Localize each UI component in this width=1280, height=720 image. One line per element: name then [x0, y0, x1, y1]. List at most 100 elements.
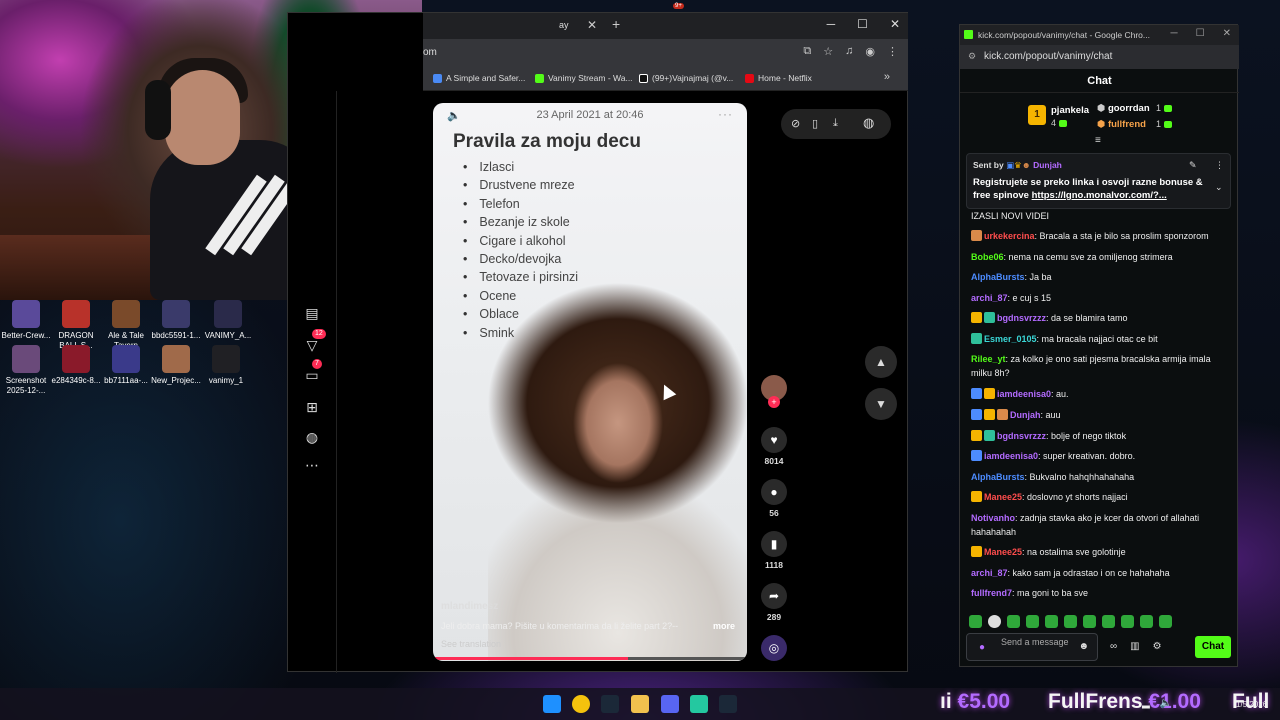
bookmark-item[interactable]: (99+)Vajnajmaj (@v...: [639, 73, 733, 83]
autoscroll-icon[interactable]: ⊘: [791, 117, 800, 130]
desktop-icon[interactable]: New_Projec...: [150, 345, 202, 386]
chat-message-input[interactable]: ● Send a message ☻: [966, 633, 1098, 661]
steam-icon[interactable]: [719, 695, 737, 713]
profile-avatar-icon[interactable]: ◍: [302, 427, 322, 447]
emote-icon[interactable]: [969, 615, 982, 628]
discord-icon[interactable]: [661, 695, 679, 713]
network-icon[interactable]: ▂: [1142, 698, 1150, 709]
message-user[interactable]: Esmer_0105: [984, 334, 1037, 344]
taskbar-clock[interactable]: 1/5/2026: [1236, 700, 1267, 709]
close-icon[interactable]: ✕: [890, 17, 900, 31]
like-button[interactable]: ♥ 8014: [756, 427, 792, 466]
emote-icon[interactable]: [1007, 615, 1020, 628]
emoji-icon[interactable]: ☻: [1078, 641, 1089, 652]
video-username[interactable]: mlandimesz: [441, 601, 498, 612]
desktop-icon[interactable]: e284349c-8...: [50, 345, 102, 386]
leader-third[interactable]: ⬢ fullfrend: [1097, 119, 1146, 130]
minimize-icon[interactable]: ─: [1171, 28, 1178, 39]
chat-send-button[interactable]: Chat: [1195, 636, 1231, 658]
emote-icon[interactable]: [1083, 615, 1096, 628]
desktop-icon[interactable]: Better-Crew...: [0, 300, 52, 341]
bookmark-star-icon[interactable]: ☆: [823, 45, 833, 58]
desktop-icon[interactable]: Ale & Tale Tavern: [100, 300, 152, 351]
emote-icon[interactable]: [1026, 615, 1039, 628]
create-icon[interactable]: ⊞: [302, 397, 322, 417]
bookmarks-overflow-icon[interactable]: »: [884, 71, 890, 83]
message-user[interactable]: Dunjah: [1010, 410, 1041, 420]
leader-first-name[interactable]: pjankela: [1051, 105, 1089, 116]
desktop-icon[interactable]: DRAGON BALL S...: [50, 300, 102, 351]
message-user[interactable]: urkekercina: [984, 231, 1035, 241]
chat-address-bar[interactable]: ⚙ kick.com/popout/vanimy/chat: [960, 45, 1239, 69]
speaker-icon[interactable]: 🔈: [1160, 698, 1172, 709]
tab-close-icon[interactable]: ✕: [587, 18, 597, 32]
comment-button[interactable]: ● 56: [756, 479, 792, 518]
desktop-icon[interactable]: bbdc5591-1...: [150, 300, 202, 341]
profile-icon[interactable]: ◉: [865, 45, 875, 58]
desktop-icon[interactable]: vanimy_1: [200, 345, 252, 386]
collapse-leaderboard-icon[interactable]: ≡: [1095, 135, 1101, 146]
mobile-icon[interactable]: ▯: [812, 117, 818, 130]
message-user[interactable]: bgdnsvrzzz: [997, 431, 1046, 441]
leader-second[interactable]: ⬢ goorrdan: [1097, 103, 1150, 114]
message-user[interactable]: archi_87: [971, 293, 1008, 303]
install-app-icon[interactable]: ⧉: [803, 45, 811, 58]
previous-video-button[interactable]: ▲: [865, 346, 897, 378]
message-user[interactable]: iamdeenisa0: [997, 389, 1051, 399]
video-progress-bar[interactable]: [433, 657, 747, 660]
upload-icon[interactable]: ▤: [302, 303, 322, 323]
music-disc[interactable]: ◎: [756, 635, 792, 661]
next-video-button[interactable]: ▼: [865, 388, 897, 420]
store-icon[interactable]: ▥: [1130, 641, 1139, 652]
pinned-message[interactable]: Sent by ▣♛☻ Dunjah ✎ ⋮ Registrujete se p…: [966, 153, 1231, 209]
menu-icon[interactable]: ⋮: [887, 45, 898, 58]
kicks-icon[interactable]: ∞: [1110, 641, 1117, 652]
tiktok-video[interactable]: 🔈 23 April 2021 at 20:46 ··· Pravila za …: [433, 103, 747, 661]
settings-gear-icon[interactable]: ⚙: [1153, 641, 1162, 652]
app-icon[interactable]: [690, 695, 708, 713]
emote-icon[interactable]: [1064, 615, 1077, 628]
start-icon[interactable]: [543, 695, 561, 713]
message-user[interactable]: Manee25: [984, 492, 1022, 502]
maximize-icon[interactable]: ☐: [1196, 28, 1205, 39]
follow-plus-icon[interactable]: +: [768, 396, 780, 408]
account-avatar-icon[interactable]: ◍: [863, 115, 874, 131]
steam-icon[interactable]: [601, 695, 619, 713]
new-tab-icon[interactable]: +: [612, 16, 620, 32]
message-user[interactable]: Bobe06: [971, 252, 1004, 262]
see-translation-link[interactable]: See translation: [441, 639, 501, 649]
video-more-icon[interactable]: ···: [718, 107, 733, 121]
message-user[interactable]: fullfrend7: [971, 588, 1012, 598]
file-explorer-icon[interactable]: [631, 695, 649, 713]
emote-icon[interactable]: [1102, 615, 1115, 628]
message-user[interactable]: Rilee_yt: [971, 354, 1006, 364]
message-user[interactable]: AlphaBursts: [971, 472, 1025, 482]
emote-icon[interactable]: [1121, 615, 1134, 628]
creator-avatar[interactable]: +: [756, 375, 792, 408]
message-user[interactable]: AlphaBursts: [971, 272, 1025, 282]
pinned-user[interactable]: Dunjah: [1033, 160, 1062, 170]
message-user[interactable]: bgdnsvrzzz: [997, 313, 1046, 323]
address-bar[interactable]: om: [423, 47, 437, 58]
pin-icon[interactable]: ✎: [1189, 160, 1197, 171]
emote-icon[interactable]: [1159, 615, 1172, 628]
tab-title[interactable]: ay: [559, 20, 569, 30]
bookmark-item[interactable]: Home - Netflix: [745, 73, 812, 83]
maximize-icon[interactable]: ☐: [857, 17, 868, 31]
chrome-icon[interactable]: [572, 695, 590, 713]
minimize-icon[interactable]: ─: [827, 17, 836, 31]
close-icon[interactable]: ✕: [1223, 28, 1231, 39]
share-button[interactable]: ➦ 289: [756, 583, 792, 622]
desktop-icon[interactable]: Screenshot 2025-12-...: [0, 345, 52, 396]
message-user[interactable]: Manee25: [984, 547, 1022, 557]
desktop-icon[interactable]: bb7111aa-...: [100, 345, 152, 386]
pinned-link[interactable]: https://lgno.monalvor.com/?...: [1032, 190, 1167, 201]
bookmark-item[interactable]: Vanimy Stream - Wa...: [535, 73, 633, 83]
download-icon[interactable]: ⤓: [833, 117, 838, 130]
expand-chevron-icon[interactable]: ⌄: [1215, 182, 1223, 193]
caption-more-link[interactable]: more: [713, 621, 735, 631]
more-icon[interactable]: ⋯: [302, 455, 322, 475]
save-button[interactable]: ▮ 1118: [756, 531, 792, 570]
activity-icon[interactable]: ▽ 12: [302, 329, 326, 355]
emote-icon[interactable]: [1140, 615, 1153, 628]
